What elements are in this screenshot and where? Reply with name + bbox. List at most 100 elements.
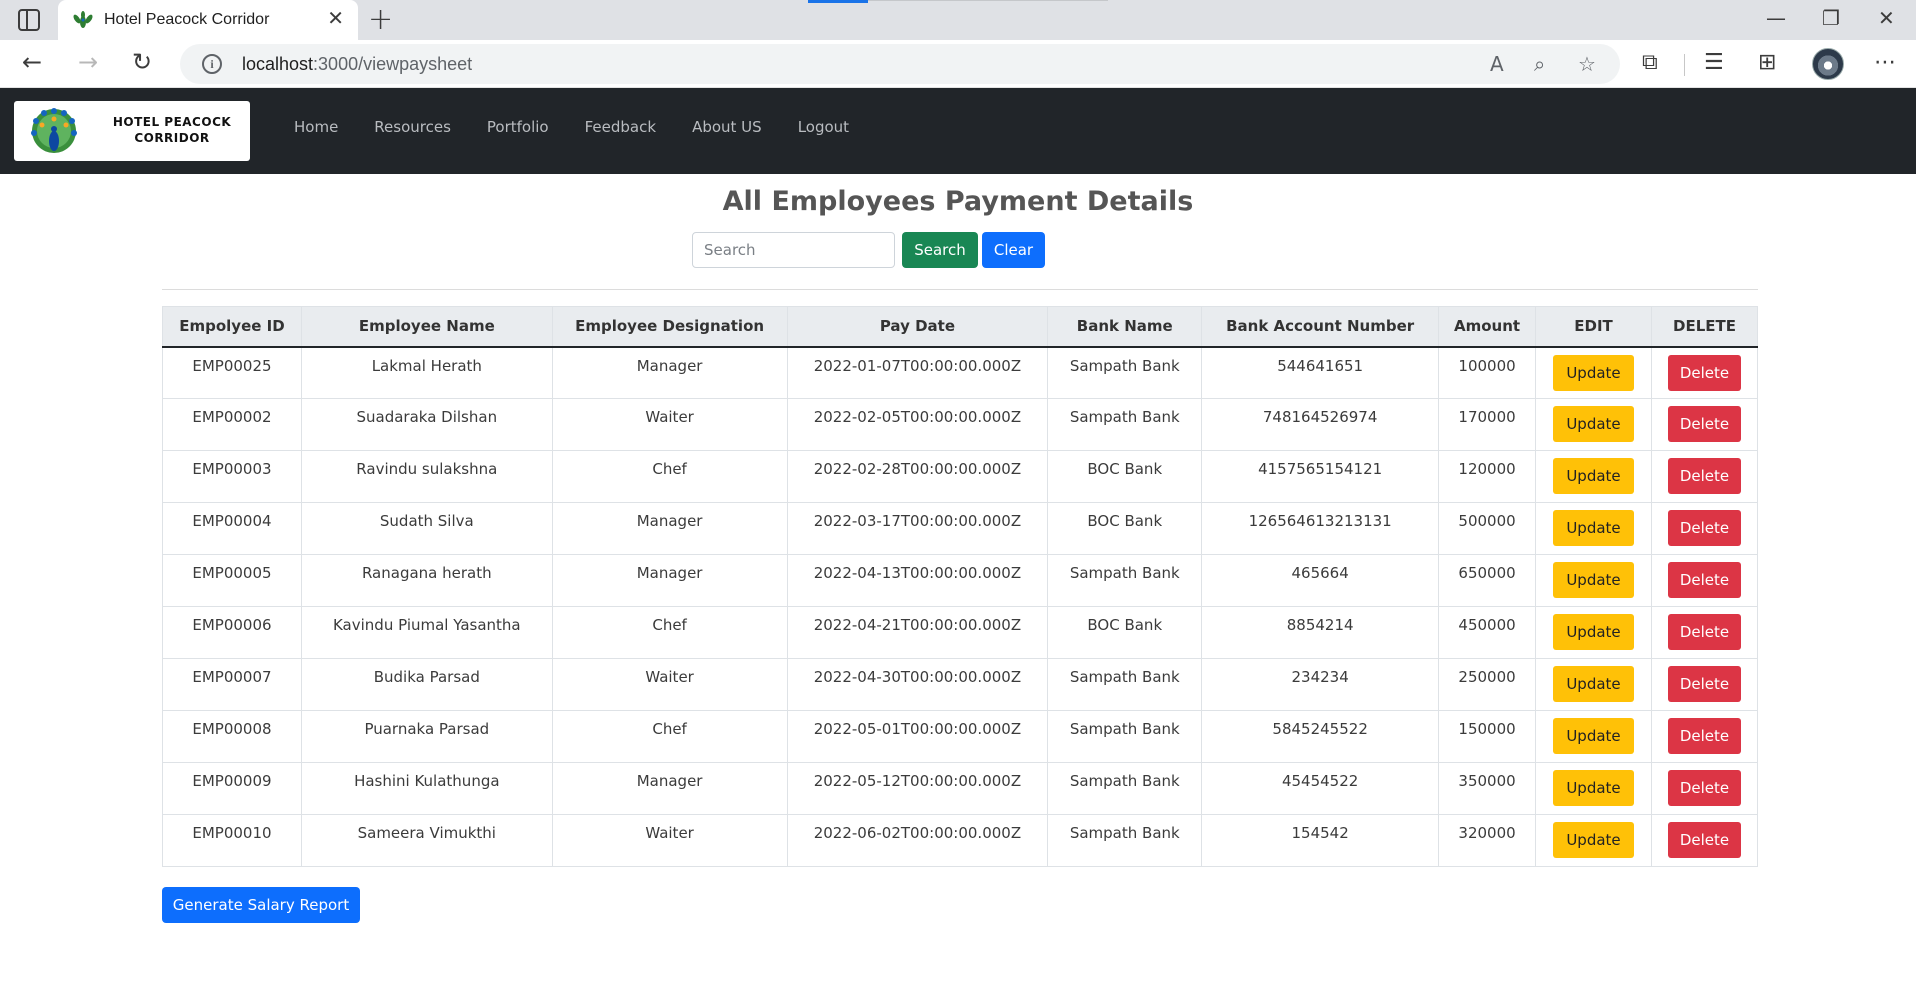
nav-resources[interactable]: Resources: [374, 118, 451, 136]
header-employee-id: Empolyee ID: [162, 306, 302, 348]
generate-salary-report-button[interactable]: Generate Salary Report: [162, 887, 360, 923]
payment-table-container: Empolyee ID Employee Name Employee Desig…: [162, 306, 1759, 867]
brand-logo-box[interactable]: HOTEL PEACOCK CORRIDOR: [14, 101, 250, 161]
account-number-cell: 234234: [1201, 658, 1440, 711]
zoom-icon[interactable]: ⌕: [1534, 52, 1545, 76]
browser-toolbar: ← → ↻ i localhost:3000/viewpaysheet A ⌕ …: [0, 40, 1916, 88]
delete-button[interactable]: Delete: [1667, 614, 1741, 650]
delete-button[interactable]: Delete: [1667, 510, 1741, 546]
more-menu-icon[interactable]: ⋯: [1874, 50, 1897, 75]
delete-button[interactable]: Delete: [1667, 458, 1741, 494]
account-number-cell: 4157565154121: [1201, 450, 1440, 503]
pay-date-cell: 2022-05-01T00:00:00.000Z: [786, 710, 1049, 763]
forward-icon[interactable]: →: [78, 48, 98, 76]
amount-cell: 250000: [1438, 658, 1537, 711]
employee-id-cell: EMP00006: [162, 606, 302, 659]
url-host: localhost: [242, 54, 314, 74]
employee-id-cell: EMP00010: [162, 814, 302, 867]
favorites-icon[interactable]: ☰: [1704, 50, 1724, 75]
employee-id-cell: EMP00002: [162, 398, 302, 451]
add-favorite-icon[interactable]: ☆: [1578, 52, 1596, 76]
brand-line-2: CORRIDOR: [134, 131, 210, 145]
table-row: EMP00006 Kavindu Piumal Yasantha Chef 2022-…: [162, 606, 1759, 659]
delete-button[interactable]: Delete: [1667, 770, 1741, 806]
bank-name-cell: BOC Bank: [1047, 502, 1203, 555]
back-icon[interactable]: ←: [22, 48, 42, 76]
new-tab-icon[interactable]: +: [368, 2, 393, 37]
header-pay-date: Pay Date: [786, 306, 1049, 348]
update-button[interactable]: Update: [1553, 510, 1634, 546]
designation-cell: Chef: [551, 710, 788, 763]
employee-name-cell: Ravindu sulakshna: [300, 450, 553, 503]
table-row: EMP00004 Sudath Silva Manager 2022-03-17T00…: [162, 502, 1759, 555]
clear-button[interactable]: Clear: [982, 232, 1045, 268]
bank-name-cell: BOC Bank: [1047, 606, 1203, 659]
minimize-icon[interactable]: —: [1766, 6, 1786, 30]
table-row: EMP00009 Hashini Kulathunga Manager 2022-05…: [162, 762, 1759, 815]
delete-button[interactable]: Delete: [1667, 718, 1741, 754]
delete-cell: Delete: [1650, 346, 1759, 399]
restore-icon[interactable]: ❐: [1822, 6, 1840, 30]
delete-cell: Delete: [1650, 710, 1759, 763]
close-tab-icon[interactable]: ✕: [327, 6, 344, 30]
search-input[interactable]: [692, 232, 895, 268]
table-body: EMP00025 Lakmal Herath Manager 2022-01-07T0…: [162, 346, 1759, 867]
nav-feedback[interactable]: Feedback: [585, 118, 656, 136]
update-button[interactable]: Update: [1553, 666, 1634, 702]
table-header-row: Empolyee ID Employee Name Employee Desig…: [162, 306, 1759, 348]
delete-cell: Delete: [1650, 502, 1759, 555]
update-button[interactable]: Update: [1553, 822, 1634, 858]
update-button[interactable]: Update: [1553, 354, 1634, 391]
brand-line-1: HOTEL PEACOCK: [112, 115, 232, 129]
pay-date-cell: 2022-01-07T00:00:00.000Z: [786, 346, 1049, 399]
app-navbar: HOTEL PEACOCK CORRIDOR Home Resources Po…: [0, 88, 1916, 174]
browser-tab[interactable]: Hotel Peacock Corridor ✕: [58, 0, 358, 40]
nav-home[interactable]: Home: [294, 118, 338, 136]
delete-button[interactable]: Delete: [1667, 822, 1741, 858]
divider: [162, 289, 1758, 290]
nav-portfolio[interactable]: Portfolio: [487, 118, 549, 136]
nav-about-us[interactable]: About US: [692, 118, 762, 136]
url-text[interactable]: localhost:3000/viewpaysheet: [242, 54, 472, 75]
employee-id-cell: EMP00004: [162, 502, 302, 555]
delete-button[interactable]: Delete: [1667, 354, 1741, 391]
amount-cell: 350000: [1438, 762, 1537, 815]
profile-avatar[interactable]: [1812, 48, 1844, 80]
update-button[interactable]: Update: [1553, 718, 1634, 754]
delete-button[interactable]: Delete: [1667, 406, 1741, 442]
employee-name-cell: Ranagana herath: [300, 554, 553, 607]
employee-name-cell: Hashini Kulathunga: [300, 762, 553, 815]
amount-cell: 320000: [1438, 814, 1537, 867]
edit-cell: Update: [1535, 814, 1652, 867]
info-icon[interactable]: i: [202, 54, 222, 74]
pay-date-cell: 2022-03-17T00:00:00.000Z: [786, 502, 1049, 555]
update-button[interactable]: Update: [1553, 458, 1634, 494]
update-button[interactable]: Update: [1553, 770, 1634, 806]
window-close-icon[interactable]: ✕: [1878, 6, 1895, 30]
pay-date-cell: 2022-05-12T00:00:00.000Z: [786, 762, 1049, 815]
nav-logout[interactable]: Logout: [798, 118, 849, 136]
bank-name-cell: Sampath Bank: [1047, 762, 1203, 815]
extensions-icon[interactable]: ⧉: [1642, 50, 1658, 75]
read-aloud-icon[interactable]: A: [1490, 52, 1504, 76]
delete-button[interactable]: Delete: [1667, 562, 1741, 598]
address-bar[interactable]: i localhost:3000/viewpaysheet A ⌕ ☆: [180, 44, 1620, 84]
update-button[interactable]: Update: [1553, 406, 1634, 442]
delete-cell: Delete: [1650, 814, 1759, 867]
employee-name-cell: Budika Parsad: [300, 658, 553, 711]
update-button[interactable]: Update: [1553, 614, 1634, 650]
refresh-icon[interactable]: ↻: [132, 48, 152, 76]
search-button[interactable]: Search: [902, 232, 978, 268]
collections-icon[interactable]: ⊞: [1758, 50, 1776, 75]
tab-actions-icon[interactable]: [18, 9, 40, 31]
amount-cell: 500000: [1438, 502, 1537, 555]
employee-name-cell: Puarnaka Parsad: [300, 710, 553, 763]
table-row: EMP00005 Ranagana herath Manager 2022-04-13…: [162, 554, 1759, 607]
delete-button[interactable]: Delete: [1667, 666, 1741, 702]
header-amount: Amount: [1438, 306, 1537, 348]
employee-name-cell: Lakmal Herath: [300, 346, 553, 399]
designation-cell: Manager: [551, 554, 788, 607]
update-button[interactable]: Update: [1553, 562, 1634, 598]
amount-cell: 170000: [1438, 398, 1537, 451]
brand-name: HOTEL PEACOCK CORRIDOR: [102, 114, 242, 146]
